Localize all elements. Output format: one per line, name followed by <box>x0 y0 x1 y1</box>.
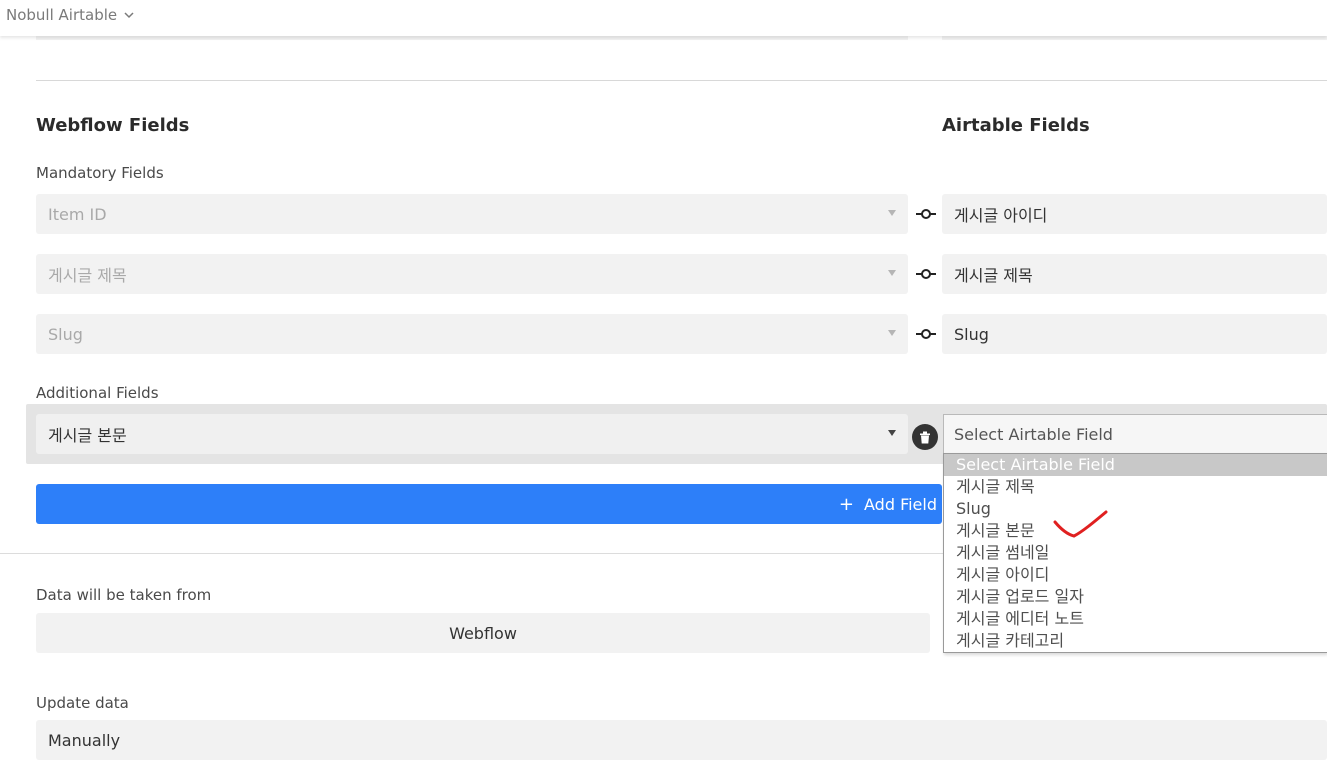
airtable-field-value: Slug <box>954 324 989 344</box>
dropdown-option[interactable]: 게시글 카테고리 <box>944 630 1327 652</box>
caret-down-icon <box>888 330 896 336</box>
airtable-fields-heading: Airtable Fields <box>942 115 1090 136</box>
caret-down-icon <box>888 430 896 436</box>
trash-icon <box>920 431 930 443</box>
webflow-field-value: 게시글 본문 <box>48 426 127 445</box>
airtable-field-dropdown: Select Airtable Field 게시글 제목 Slug 게시글 본문… <box>943 453 1327 653</box>
webflow-field-select: Slug <box>36 314 908 354</box>
airtable-field-value: 게시글 제목 <box>954 266 1033 285</box>
airtable-field-display: 게시글 아이디 <box>942 194 1327 234</box>
dropdown-option[interactable]: Slug <box>944 498 1327 520</box>
app-name: Nobull Airtable <box>6 6 118 24</box>
previous-field-left <box>36 36 908 40</box>
webflow-field-value: 게시글 제목 <box>48 266 127 285</box>
plus-icon: + <box>838 493 854 515</box>
previous-field-right <box>942 36 1327 40</box>
webflow-field-value: Item ID <box>48 204 107 224</box>
dropdown-option[interactable]: 게시글 업로드 일자 <box>944 586 1327 608</box>
data-source-select[interactable]: Webflow <box>36 613 930 653</box>
webflow-field-select: Item ID <box>36 194 908 234</box>
add-field-button[interactable]: + Add Field <box>36 484 942 524</box>
dropdown-option[interactable]: 게시글 썸네일 <box>944 542 1327 564</box>
chevron-down-icon <box>124 12 134 19</box>
top-bar <box>0 0 1327 36</box>
airtable-field-value: 게시글 아이디 <box>954 206 1048 225</box>
dropdown-option[interactable]: 게시글 에디터 노트 <box>944 608 1327 630</box>
link-icon <box>916 329 936 339</box>
update-data-select[interactable]: Manually <box>36 720 1327 760</box>
airtable-field-select[interactable]: Select Airtable Field <box>943 414 1327 454</box>
dropdown-option[interactable]: 게시글 본문 <box>944 520 1327 542</box>
airtable-field-display: 게시글 제목 <box>942 254 1327 294</box>
webflow-field-select[interactable]: 게시글 본문 <box>36 414 908 454</box>
link-icon <box>916 269 936 279</box>
delete-field-button[interactable] <box>912 424 938 450</box>
update-data-label: Update data <box>36 694 129 712</box>
update-data-value: Manually <box>48 731 121 750</box>
dropdown-option[interactable]: 게시글 아이디 <box>944 564 1327 586</box>
airtable-field-placeholder: Select Airtable Field <box>954 424 1113 444</box>
webflow-field-value: Slug <box>48 324 83 344</box>
divider <box>36 80 1327 81</box>
link-icon <box>916 209 936 219</box>
dropdown-option[interactable]: 게시글 제목 <box>944 476 1327 498</box>
additional-fields-label: Additional Fields <box>36 384 159 402</box>
caret-down-icon <box>888 270 896 276</box>
dropdown-option[interactable]: Select Airtable Field <box>944 454 1327 476</box>
webflow-fields-heading: Webflow Fields <box>36 115 190 136</box>
data-source-label: Data will be taken from <box>36 586 212 604</box>
red-checkmark-annotation <box>1053 510 1108 538</box>
webflow-field-select: 게시글 제목 <box>36 254 908 294</box>
mandatory-fields-label: Mandatory Fields <box>36 164 164 182</box>
data-source-value: Webflow <box>449 623 517 643</box>
add-field-label: Add Field <box>864 494 937 514</box>
airtable-field-display: Slug <box>942 314 1327 354</box>
caret-down-icon <box>888 210 896 216</box>
app-switcher[interactable]: Nobull Airtable <box>6 6 135 24</box>
